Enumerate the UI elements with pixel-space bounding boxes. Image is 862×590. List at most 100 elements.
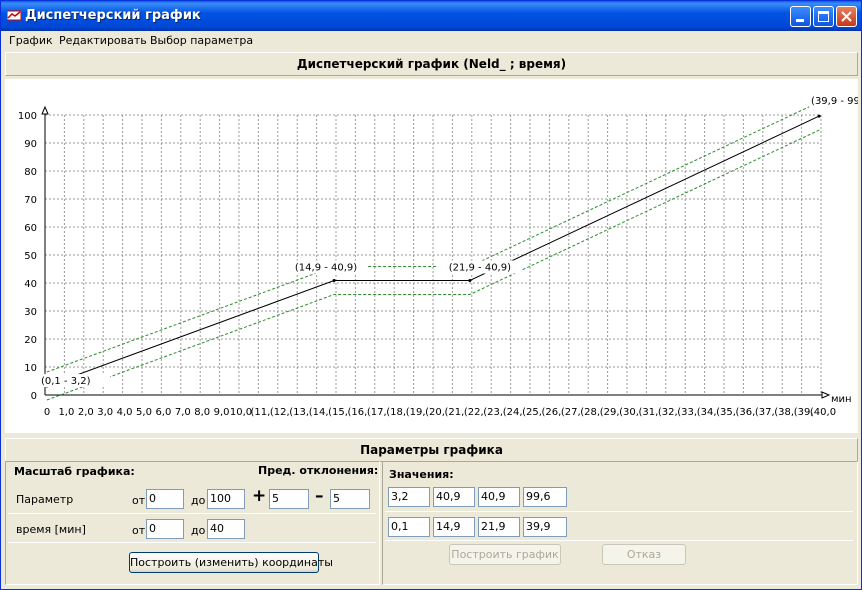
separator [385, 511, 853, 512]
param-from-label: от [132, 494, 146, 507]
maximize-icon [818, 11, 829, 22]
separator [8, 513, 376, 514]
minus-sign: – [315, 486, 324, 506]
x-tick-label: 9,0 [214, 407, 230, 418]
x-tick-label: 2,0 [78, 407, 94, 418]
y-tick-label: 50 [24, 251, 37, 262]
x-tick-label: (12, [270, 407, 290, 418]
value-y-1[interactable]: 3,2 [388, 487, 430, 507]
x-tick-label: (29, [600, 407, 620, 418]
x-tick-label: (32, [658, 407, 678, 418]
plus-sign: + [252, 486, 267, 506]
x-tick-label: (38, [774, 407, 794, 418]
scale-title: Масштаб графика: [14, 465, 135, 478]
chart-area: 0 10 20 30 40 50 60 70 80 90 100 0 1,0 2,0 3,0 4,0 5,0 6,… [5, 79, 858, 433]
scale-panel: Масштаб графика: Пред. отклонения: Парам… [5, 461, 380, 585]
value-y-4[interactable]: 99,6 [523, 487, 567, 507]
build-coordinates-button[interactable]: Построить (изменить) координаты [129, 552, 333, 573]
x-tick-label: 0 [44, 407, 50, 418]
y-axis-arrow-icon [41, 105, 49, 115]
maximize-button[interactable] [813, 6, 834, 27]
x-tick-label: (23, [483, 407, 503, 418]
point-label: (0,1 - 3,2) [41, 376, 91, 387]
x-tick-label: (21, [444, 407, 464, 418]
y-tick-label: 40 [24, 279, 37, 290]
params-header: Параметры графика [5, 438, 858, 462]
x-tick-label: 5,0 [136, 407, 152, 418]
x-tick-label: (17, [367, 407, 387, 418]
x-tick-label: (27, [561, 407, 581, 418]
value-x-4[interactable]: 39,9 [523, 517, 567, 537]
value-y-3[interactable]: 40,9 [478, 487, 520, 507]
time-from-input[interactable]: 0 [146, 519, 184, 539]
time-from-label: от [132, 524, 146, 537]
y-tick-label: 30 [24, 307, 37, 318]
chart-header: Диспетчерский график (Neld_ ; время) [5, 52, 858, 76]
main-window: Диспетчерский график График Редактироват… [0, 0, 862, 590]
cancel-button[interactable]: Отказ [602, 544, 686, 565]
x-tick-label: (14, [309, 407, 329, 418]
title-bar[interactable]: Диспетчерский график [1, 1, 861, 31]
y-tick-label: 80 [24, 167, 37, 178]
minimize-icon [796, 19, 804, 22]
x-tick-label: 8,0 [194, 407, 210, 418]
x-tick-label: 10,0 [230, 407, 252, 418]
menu-item-select-parameter[interactable]: Выбор параметра [150, 34, 253, 47]
x-tick-label: 4,0 [117, 407, 133, 418]
x-tick-label: (22, [464, 407, 484, 418]
point-label: (14,9 - 40,9) [295, 262, 357, 273]
value-x-1[interactable]: 0,1 [388, 517, 430, 537]
close-button[interactable] [836, 6, 857, 27]
y-tick-label: 100 [18, 111, 37, 122]
values-panel: Значения: 3,2 40,9 40,9 99,6 0,1 14,9 21… [382, 461, 858, 585]
app-icon [7, 10, 21, 21]
close-icon [841, 11, 852, 22]
menu-bar: График Редактировать Выбор параметра [1, 31, 861, 50]
y-tick-label: 20 [24, 335, 37, 346]
x-tick-label: (40,0 [810, 407, 836, 418]
x-tick-label: (20, [425, 407, 445, 418]
minimize-button[interactable] [790, 6, 811, 27]
build-chart-button[interactable]: Построить график [449, 544, 561, 565]
value-x-2[interactable]: 14,9 [433, 517, 475, 537]
x-tick-label: (35, [716, 407, 736, 418]
series-point [468, 278, 472, 282]
x-tick-label: (25, [522, 407, 542, 418]
x-tick-label: 3,0 [97, 407, 113, 418]
series-point [817, 114, 821, 118]
menu-item-graph[interactable]: График [9, 34, 53, 47]
x-tick-label: (18, [386, 407, 406, 418]
dispatch-chart: 0 10 20 30 40 50 60 70 80 90 100 0 1,0 2,0 3,0 4,0 5,0 6,… [18, 94, 858, 418]
values-title: Значения: [389, 468, 454, 481]
x-tick-label: (24, [503, 407, 523, 418]
param-to-label: до [191, 494, 206, 507]
y-tick-label: 90 [24, 139, 37, 150]
value-x-3[interactable]: 21,9 [478, 517, 520, 537]
deviation-title: Пред. отклонения: [258, 464, 379, 477]
x-tick-label: (13, [289, 407, 309, 418]
x-tick-label: (15, [328, 407, 348, 418]
x-tick-label: (34, [697, 407, 717, 418]
x-tick-label: 6,0 [155, 407, 171, 418]
time-to-label: до [191, 524, 206, 537]
value-y-2[interactable]: 40,9 [433, 487, 475, 507]
separator [8, 542, 376, 543]
x-tick-label: (36, [735, 407, 755, 418]
y-tick-label: 70 [24, 195, 37, 206]
param-to-input[interactable]: 100 [207, 489, 245, 509]
x-tick-label: (37, [755, 407, 775, 418]
x-unit-label: мин [831, 394, 852, 405]
separator [385, 540, 853, 541]
x-tick-label: 1,0 [58, 407, 74, 418]
deviation-plus-input[interactable]: 5 [269, 489, 309, 509]
deviation-minus-input[interactable]: 5 [330, 489, 370, 509]
menu-item-edit[interactable]: Редактировать [59, 34, 147, 47]
y-tick-label: 60 [24, 223, 37, 234]
x-tick-label: (19, [406, 407, 426, 418]
param-from-input[interactable]: 0 [146, 489, 184, 509]
series-point [332, 278, 336, 282]
x-axis-arrow-icon [821, 391, 831, 399]
param-label: Параметр [16, 493, 74, 506]
time-to-input[interactable]: 40 [207, 519, 245, 539]
point-label: (39,9 - 99, [811, 96, 858, 107]
